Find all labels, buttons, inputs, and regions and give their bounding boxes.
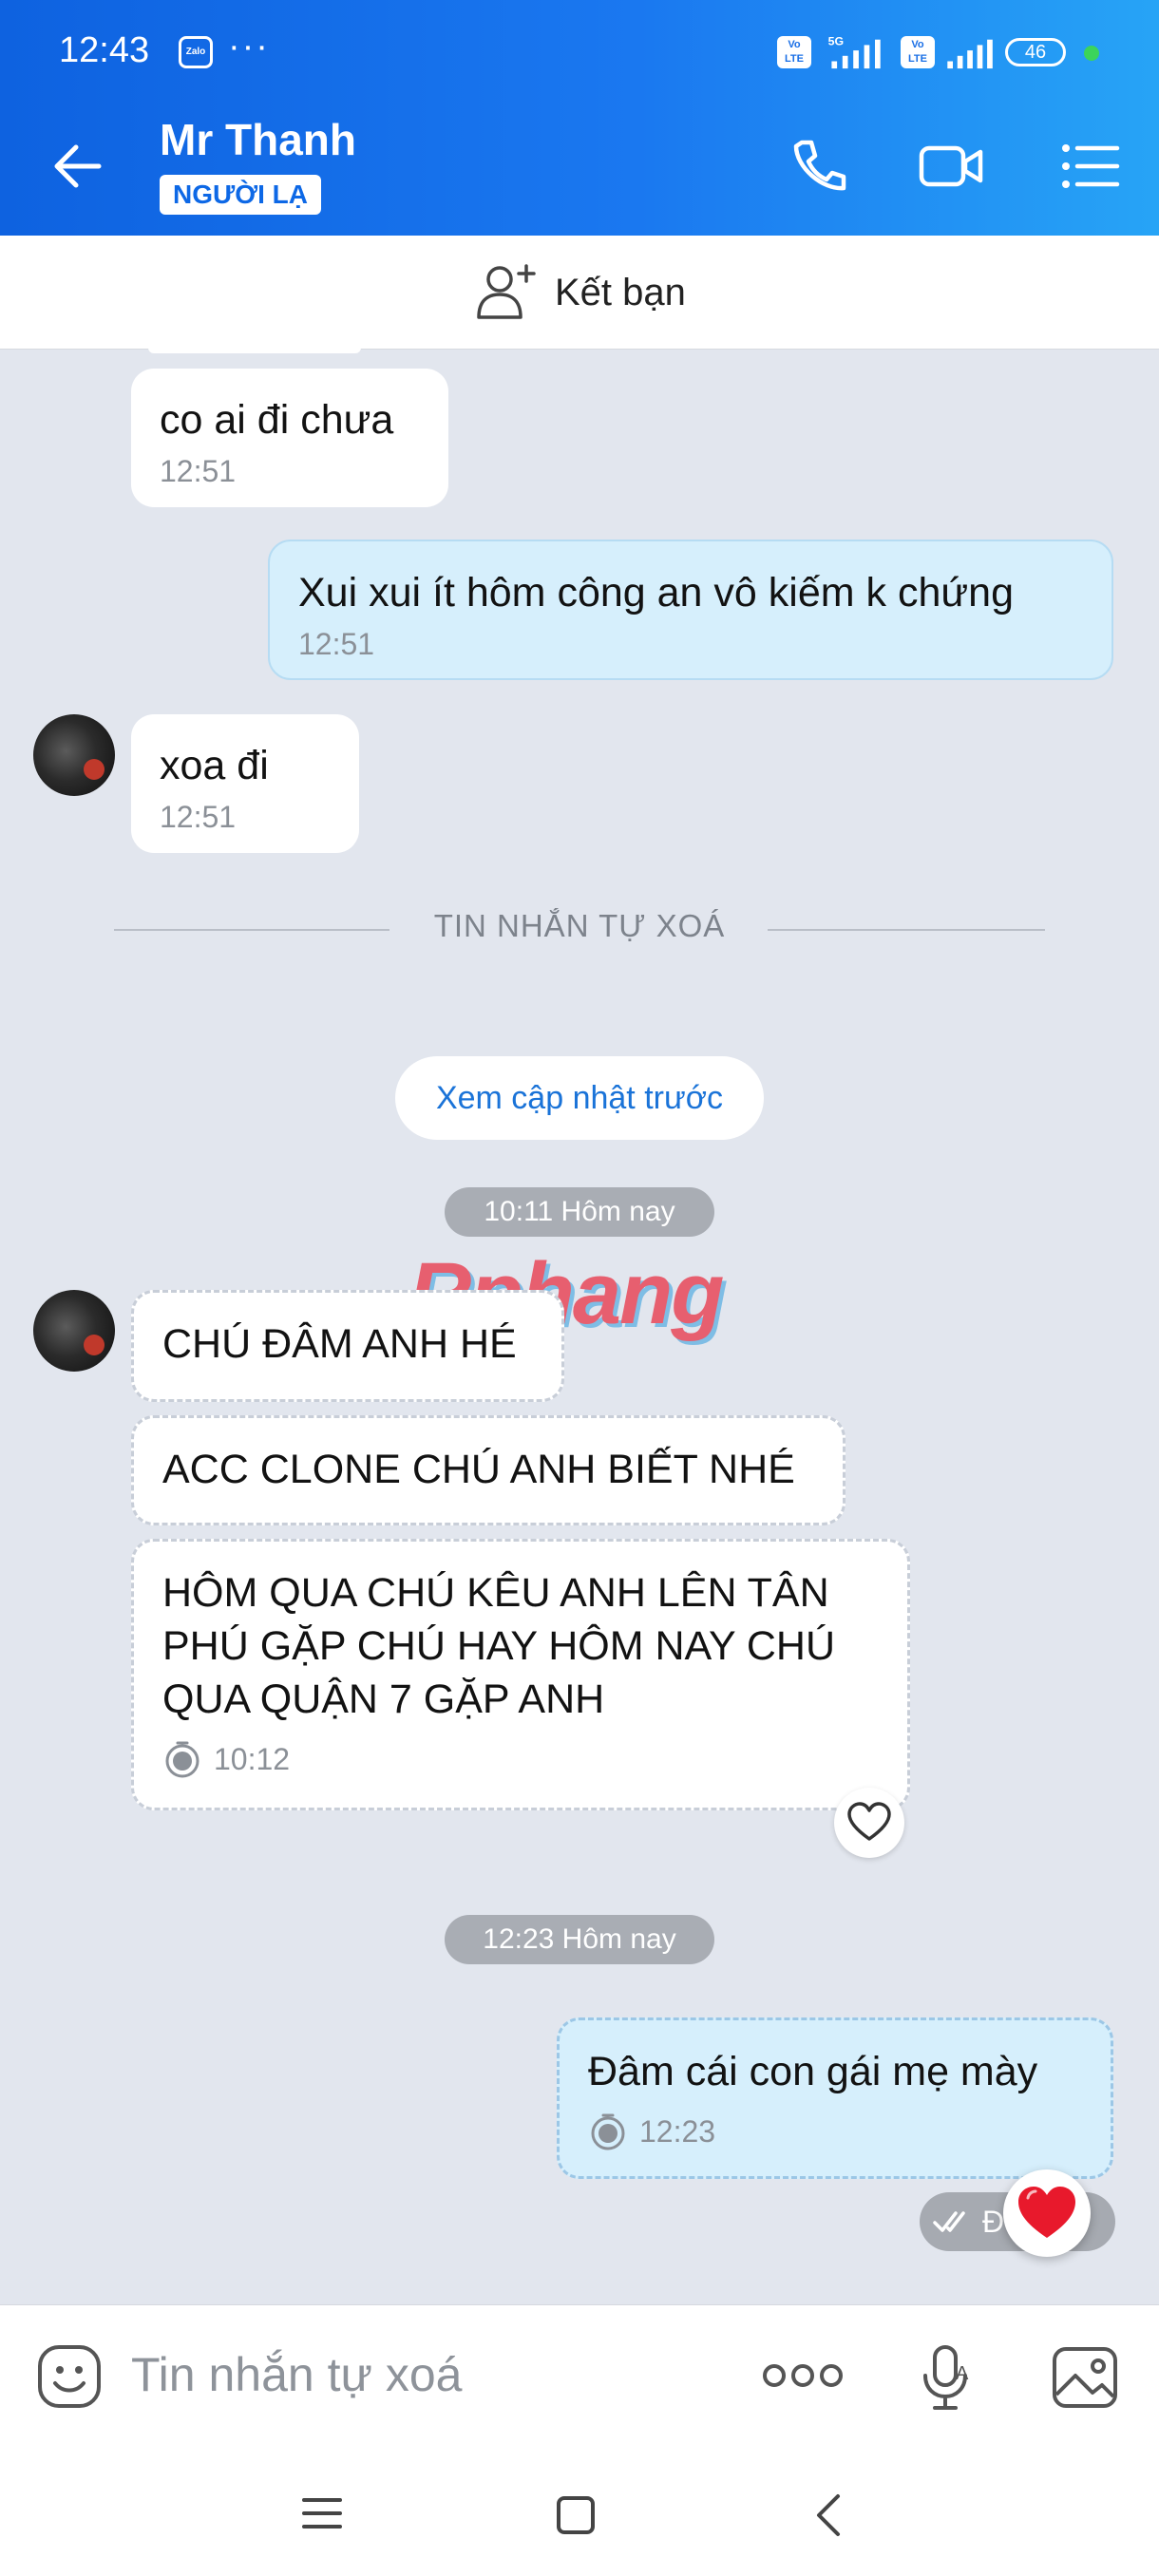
load-previous-label: Xem cập nhật trước xyxy=(435,1080,724,1116)
load-previous-button[interactable]: Xem cập nhật trước xyxy=(395,1056,764,1140)
message-time: 12:51 xyxy=(160,800,237,834)
home-icon[interactable] xyxy=(555,2494,597,2536)
message-time: 12:51 xyxy=(160,454,237,488)
partial-bubble-edge xyxy=(148,348,361,353)
svg-text:A: A xyxy=(956,2363,969,2384)
timer-icon xyxy=(165,1741,200,1778)
contact-name[interactable]: Mr Thanh xyxy=(160,114,356,165)
signal-icon xyxy=(947,39,993,69)
sticker-emoji-icon[interactable] xyxy=(34,2341,104,2412)
system-nav-bar xyxy=(0,2445,1159,2576)
volte-icon-2: Vo LTE xyxy=(901,36,935,68)
voice-to-text-icon[interactable]: A xyxy=(914,2341,980,2414)
status-time: 12:43 xyxy=(59,30,150,70)
date-stamp: 10:11 Hôm nay xyxy=(445,1187,714,1237)
active-dot-icon xyxy=(1084,46,1099,61)
double-check-icon xyxy=(933,2211,965,2232)
stranger-badge: NGƯỜI LẠ xyxy=(160,175,321,215)
outgoing-message[interactable]: Xui xui ít hôm công an vô kiếm k chứng 1… xyxy=(268,540,1113,680)
date-stamp: 12:23 Hôm nay xyxy=(445,1915,714,1964)
incoming-message[interactable]: CHÚ ĐÂM ANH HÉ xyxy=(131,1290,564,1402)
status-bar: 12:43 Zalo ··· Vo LTE 5G Vo LTE 46 xyxy=(0,0,1159,103)
more-options-icon[interactable] xyxy=(760,2358,846,2393)
message-input[interactable]: Tin nhắn tự xoá xyxy=(131,2347,463,2402)
timer-icon xyxy=(591,2113,625,2150)
app-header: 12:43 Zalo ··· Vo LTE 5G Vo LTE 46 Mr Than… xyxy=(0,0,1159,236)
zalo-notification-icon: Zalo xyxy=(179,36,213,68)
recent-apps-icon[interactable] xyxy=(300,2494,344,2532)
delivery-status-text: Đ xyxy=(982,2205,1005,2239)
menu-list-icon[interactable] xyxy=(1056,133,1123,199)
message-time: 10:12 xyxy=(214,1741,291,1776)
react-button[interactable] xyxy=(834,1788,904,1858)
add-friend-bar[interactable]: Kết bạn xyxy=(0,236,1159,350)
outgoing-message[interactable]: Đâm cái con gái mẹ mày 12:23 xyxy=(557,2017,1113,2179)
image-gallery-icon[interactable] xyxy=(1049,2341,1121,2414)
svg-text:5G: 5G xyxy=(828,34,844,47)
message-text: co ai đi chưa xyxy=(160,397,394,443)
volte-icon: Vo LTE xyxy=(777,36,811,68)
heart-outline-icon xyxy=(847,1802,891,1841)
more-notifications-icon: ··· xyxy=(228,27,270,66)
heart-reaction[interactable] xyxy=(1003,2169,1091,2257)
self-destruct-divider-label: TIN NHẮN TỰ XOÁ xyxy=(433,908,726,943)
message-input-bar: Tin nhắn tự xoá A xyxy=(0,2304,1159,2445)
contact-avatar[interactable] xyxy=(33,714,115,796)
message-time-row: 10:12 xyxy=(162,1739,881,1779)
back-nav-icon[interactable] xyxy=(809,2492,847,2538)
battery-icon: 46 xyxy=(1005,38,1066,66)
message-text: ACC CLONE CHÚ ANH BIẾT NHÉ xyxy=(162,1447,795,1492)
add-friend-label: Kết bạn xyxy=(555,272,686,313)
heart-filled-icon xyxy=(1018,2187,1075,2238)
incoming-message[interactable]: xoa đi 12:51 xyxy=(131,714,359,853)
signal-5g-icon: 5G xyxy=(828,34,881,69)
message-time: 12:23 xyxy=(639,2113,716,2149)
message-text: xoa đi xyxy=(160,743,269,788)
phone-icon[interactable] xyxy=(785,133,851,199)
message-text: Xui xui ít hôm công an vô kiếm k chứng xyxy=(298,570,1014,616)
incoming-message[interactable]: co ai đi chưa 12:51 xyxy=(131,369,448,507)
message-text: Đâm cái con gái mẹ mày xyxy=(588,2049,1038,2094)
message-time-row: 12:23 xyxy=(588,2112,1084,2151)
message-time: 12:51 xyxy=(298,627,375,661)
incoming-message[interactable]: HÔM QUA CHÚ KÊU ANH LÊN TÂN PHÚ GẶP CHÚ … xyxy=(131,1539,910,1810)
message-text: CHÚ ĐÂM ANH HÉ xyxy=(162,1321,517,1367)
add-friend-icon xyxy=(477,264,536,319)
contact-avatar[interactable] xyxy=(33,1290,115,1372)
incoming-message[interactable]: ACC CLONE CHÚ ANH BIẾT NHÉ xyxy=(131,1415,846,1525)
back-arrow-icon[interactable] xyxy=(46,133,112,199)
video-call-icon[interactable] xyxy=(918,133,984,199)
message-text: HÔM QUA CHÚ KÊU ANH LÊN TÂN PHÚ GẶP CHÚ … xyxy=(162,1570,836,1722)
